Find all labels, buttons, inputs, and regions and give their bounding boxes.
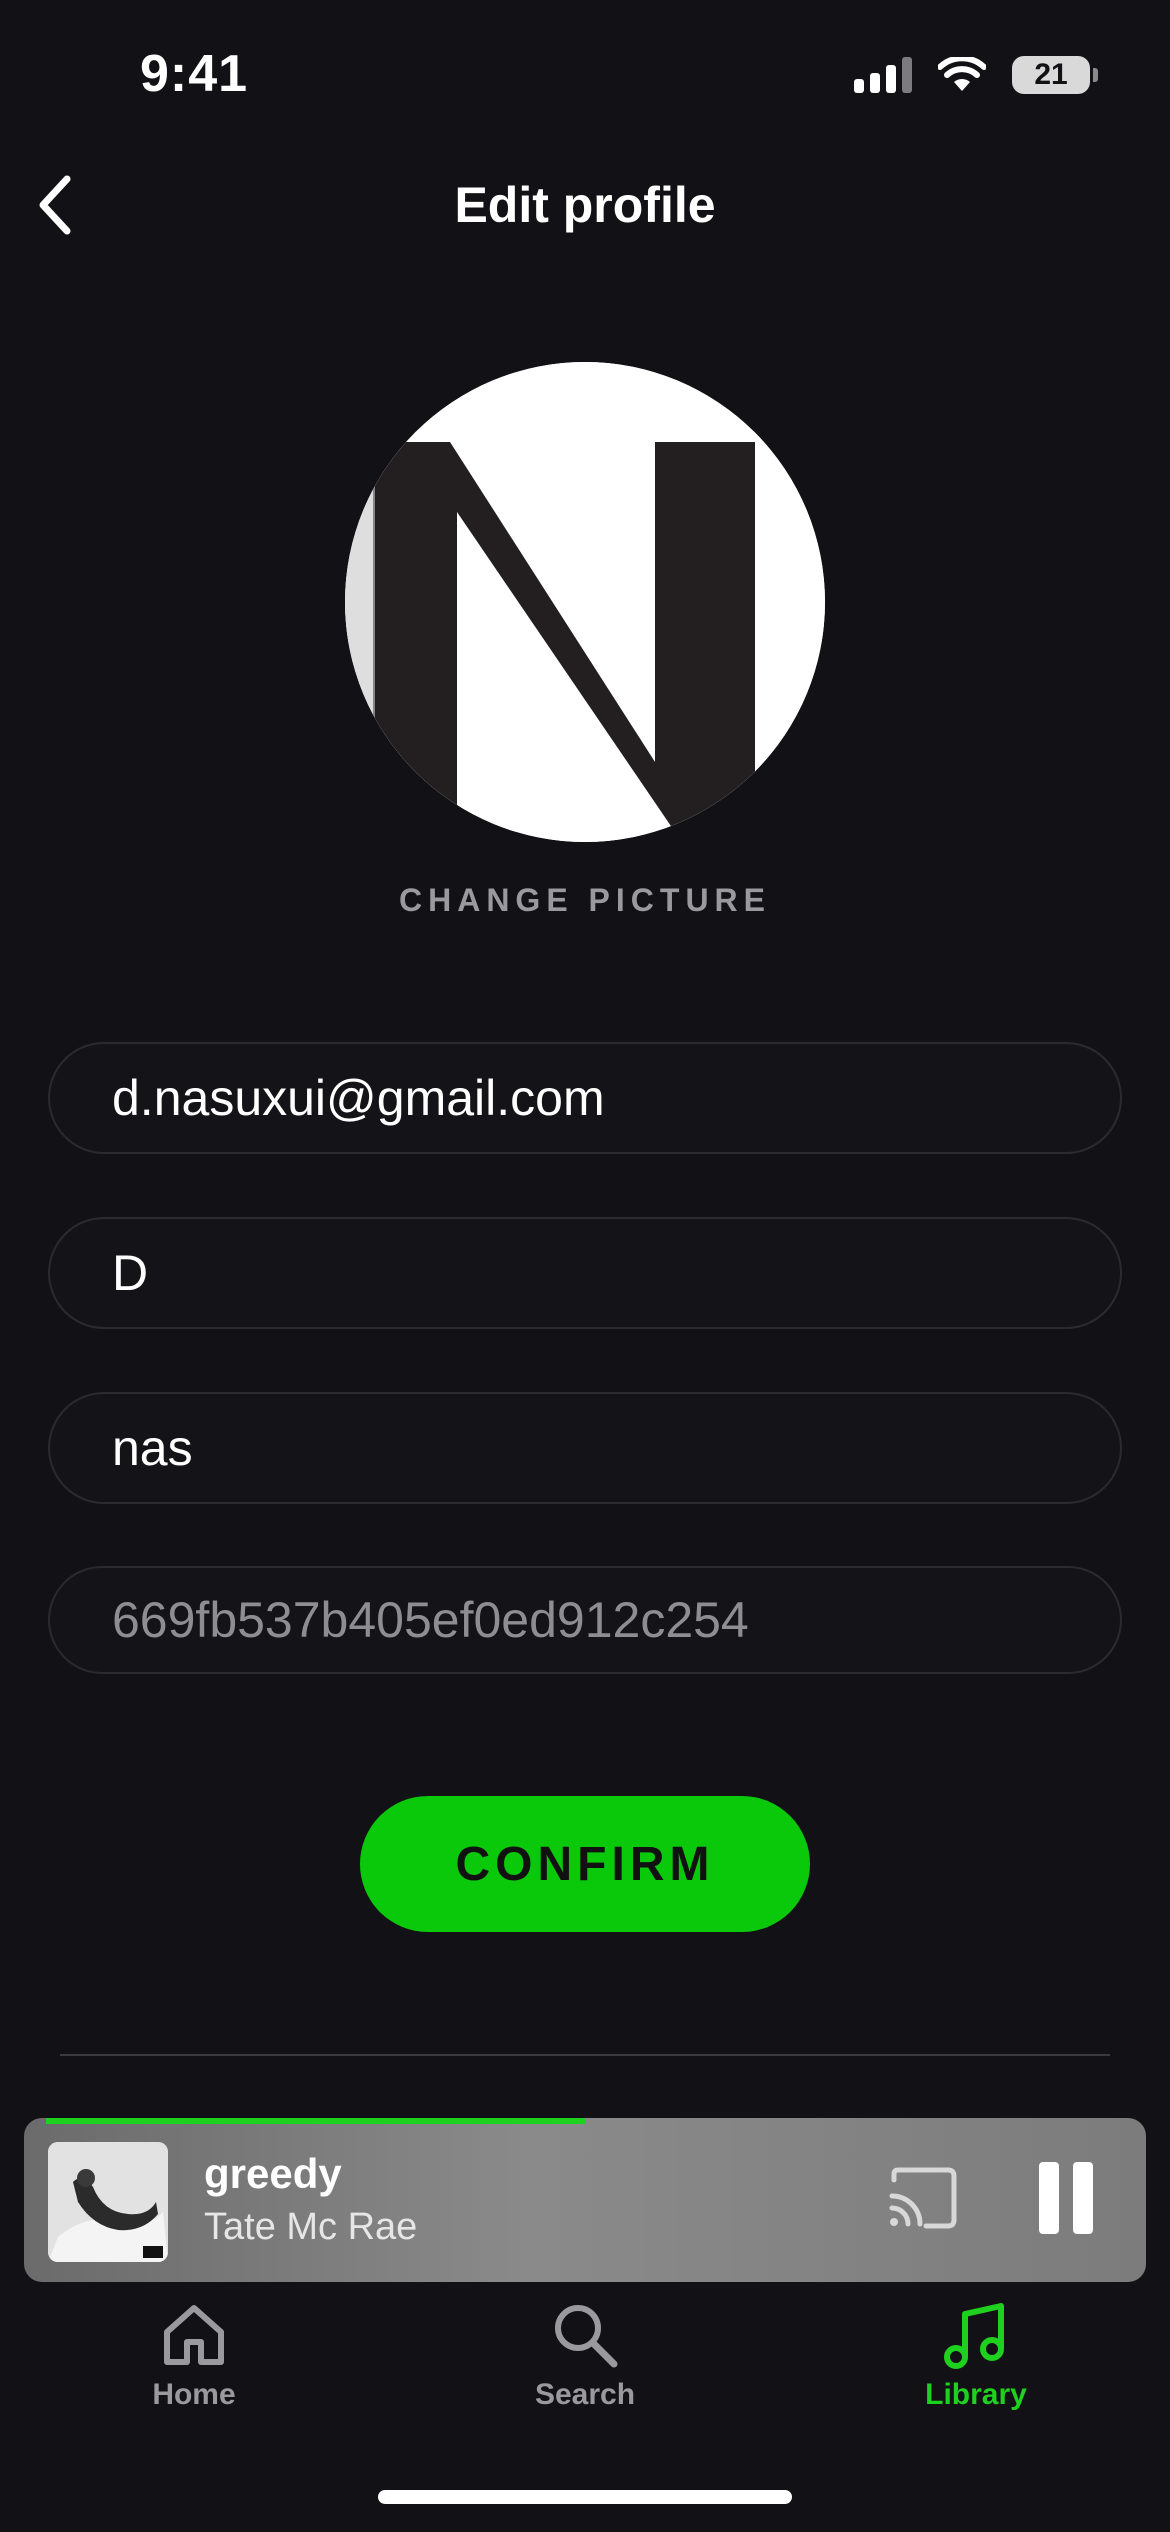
signal-icon	[854, 57, 912, 93]
music-note-icon	[944, 2303, 1004, 2369]
page-title: Edit profile	[454, 177, 716, 233]
divider	[60, 2054, 1110, 2056]
status-icons: 21	[854, 56, 1098, 94]
search-icon	[555, 2305, 618, 2368]
confirm-button[interactable]: CONFIRM	[360, 1796, 810, 1932]
mini-player[interactable]: greedy Tate Mc Rae	[24, 2118, 1146, 2282]
change-picture-link[interactable]: CHANGE PICTURE	[0, 882, 1170, 919]
status-time: 9:41	[140, 45, 249, 103]
profile-avatar[interactable]	[345, 362, 825, 842]
battery-level: 21	[1034, 58, 1068, 91]
first-name-field[interactable]: D	[48, 1217, 1122, 1329]
tab-library-label: Library	[925, 2378, 1027, 2411]
pause-button[interactable]	[1034, 2162, 1098, 2238]
cast-button[interactable]	[886, 2166, 958, 2230]
user-id-field: 669fb537b405ef0ed912c254	[48, 1566, 1122, 1674]
tab-search[interactable]: Search	[485, 2300, 685, 2412]
tab-home[interactable]: Home	[94, 2300, 294, 2412]
wifi-icon	[938, 57, 986, 91]
tab-search-label: Search	[534, 2378, 636, 2411]
pause-icon	[1039, 2162, 1059, 2234]
email-field[interactable]: d.nasuxui@gmail.com	[48, 1042, 1122, 1154]
pause-icon-bar	[1073, 2162, 1093, 2234]
avatar-image	[345, 362, 825, 842]
battery-icon: 21	[1012, 56, 1098, 94]
track-title: greedy	[204, 2150, 342, 2197]
edit-profile-screen: 9:41 21 Edit profile CHANGE PICTURE d.na…	[0, 0, 1170, 2532]
tab-library[interactable]: Library	[876, 2300, 1076, 2412]
cast-icon	[889, 2167, 957, 2229]
last-name-field[interactable]: nas	[48, 1392, 1122, 1504]
album-art-image	[48, 2142, 168, 2262]
home-icon	[164, 2305, 224, 2365]
track-artist: Tate Mc Rae	[204, 2206, 418, 2248]
home-indicator[interactable]	[378, 2490, 792, 2504]
playback-progress-track	[46, 2118, 1124, 2124]
album-art	[48, 2142, 168, 2262]
playback-progress-fill	[46, 2118, 585, 2124]
tab-home-label: Home	[152, 2378, 236, 2411]
